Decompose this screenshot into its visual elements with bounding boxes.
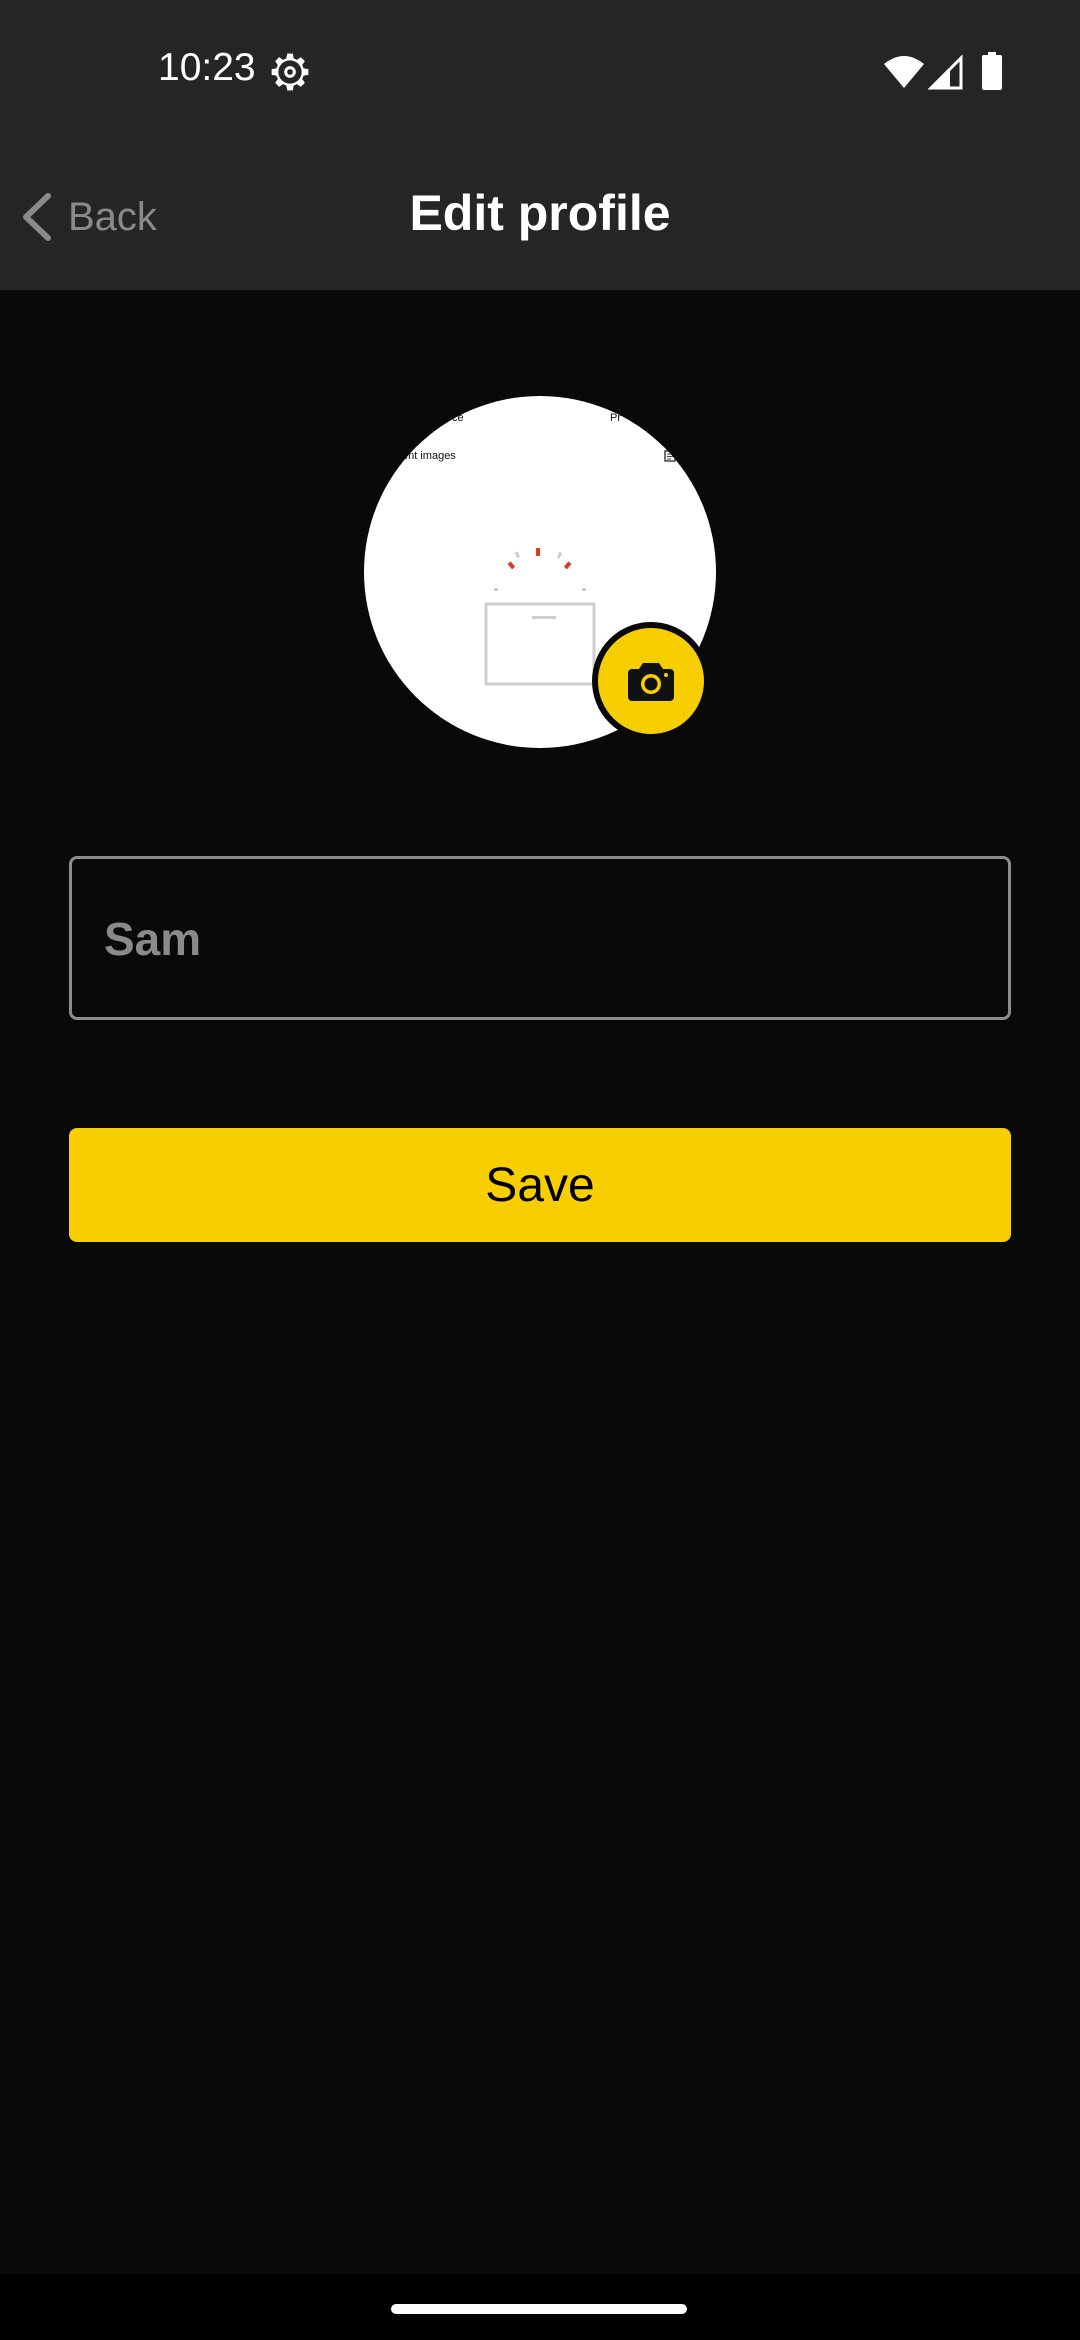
wifi-icon <box>884 56 924 88</box>
placeholder-icon <box>664 450 676 462</box>
avatar-text: ent images <box>402 450 456 462</box>
home-indicator[interactable] <box>391 2304 687 2314</box>
camera-icon <box>628 663 674 701</box>
name-field[interactable] <box>69 856 1011 1020</box>
page-title: Edit profile <box>409 185 671 241</box>
upload-illustration-icon <box>484 548 596 686</box>
profile-photo[interactable]: ce Pr ent images <box>364 396 716 748</box>
status-time: 10:23 <box>158 46 256 89</box>
status-bar: 10:23 <box>0 0 1080 142</box>
app-bar: Back Edit profile <box>0 142 1080 290</box>
change-photo-button[interactable] <box>592 622 710 740</box>
navigation-bar <box>0 2274 1080 2340</box>
battery-icon <box>982 52 1002 90</box>
signal-icon <box>928 54 963 90</box>
avatar-text: ce <box>452 412 464 424</box>
name-input[interactable] <box>102 859 986 1019</box>
save-button[interactable]: Save <box>69 1128 1011 1242</box>
avatar-text: Pr <box>610 412 621 424</box>
gear-icon <box>271 53 309 91</box>
